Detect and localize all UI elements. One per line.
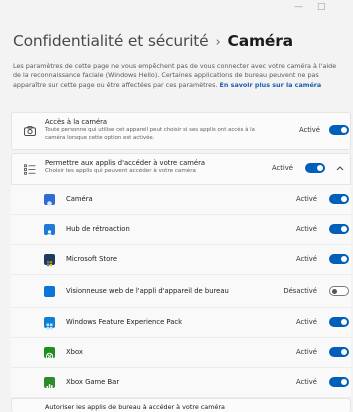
app-row-feedback-hub: Hub de rétroaction Activé: [11, 215, 351, 245]
app-toggle-xbox[interactable]: [329, 347, 349, 357]
camera-icon: [24, 126, 36, 136]
learn-more-link[interactable]: En savoir plus sur la caméra: [220, 81, 322, 89]
store-icon: [44, 254, 55, 267]
minimize-button[interactable]: —: [294, 2, 303, 12]
page-description: Les paramètres de cette page ne vous emp…: [13, 62, 346, 90]
apps-access-header[interactable]: Permettre aux applis d'accéder à votre c…: [11, 153, 351, 185]
desktop-apps-card: Autoriser les applis de bureau à accéder…: [11, 398, 351, 412]
app-toggle-webview[interactable]: [329, 286, 349, 296]
app-name: Xbox Game Bar: [66, 378, 120, 386]
title-bar: — □: [0, 0, 353, 20]
app-row-camera: Caméra Activé: [11, 185, 351, 215]
camera-access-state: Activé: [298, 126, 320, 134]
webview-icon: [44, 286, 55, 297]
camera-access-card: Accès à la caméra Toute personne qui uti…: [11, 112, 351, 150]
app-row-xbox-game-bar: Xbox Game Bar Activé: [11, 368, 351, 398]
page-title: Caméra: [227, 32, 294, 50]
breadcrumb-parent[interactable]: Confidentialité et sécurité: [13, 32, 209, 50]
feature-pack-icon: [44, 317, 55, 330]
app-row-microsoft-store: Microsoft Store Activé: [11, 245, 351, 275]
app-toggle-feedback-hub[interactable]: [329, 224, 349, 234]
app-name: Hub de rétroaction: [66, 225, 130, 233]
app-list-icon: [24, 164, 36, 175]
app-row-webview: Visionneuse web de l'appli d'appareil de…: [11, 275, 351, 308]
app-state: Activé: [295, 225, 317, 233]
app-state: Désactivé: [283, 287, 317, 295]
app-name: Microsoft Store: [66, 255, 118, 263]
feedback-hub-icon: [44, 224, 55, 238]
app-state: Activé: [295, 348, 317, 356]
desktop-apps-title: Autoriser les applis de bureau à accéder…: [45, 403, 225, 411]
app-toggle-camera[interactable]: [329, 194, 349, 204]
app-toggle-microsoft-store[interactable]: [329, 254, 349, 264]
breadcrumb-separator: ›: [215, 35, 221, 50]
app-state: Activé: [295, 195, 317, 203]
game-bar-icon: [44, 377, 55, 390]
app-name: Xbox: [66, 348, 83, 356]
app-state: Activé: [295, 318, 317, 326]
camera-access-title: Accès à la caméra: [45, 118, 108, 126]
app-row-xbox: Xbox Activé: [11, 338, 351, 368]
camera-access-subtitle: Toute personne qui utilise cet appareil …: [45, 127, 255, 141]
app-name: Windows Feature Experience Pack: [66, 318, 183, 326]
apps-access-toggle[interactable]: [305, 163, 325, 173]
app-state: Activé: [295, 255, 317, 263]
app-state: Activé: [295, 378, 317, 386]
app-toggle-xbox-game-bar[interactable]: [329, 377, 349, 387]
apps-access-subtitle: Choisir les applis qui peuvent accéder à…: [45, 168, 196, 174]
camera-access-toggle[interactable]: [329, 125, 349, 135]
app-row-feature-pack: Windows Feature Experience Pack Activé: [11, 308, 351, 338]
apps-access-state: Activé: [271, 164, 293, 172]
xbox-icon: [44, 347, 55, 361]
breadcrumb: Confidentialité et sécurité › Caméra: [13, 32, 293, 50]
app-toggle-feature-pack[interactable]: [329, 317, 349, 327]
app-name: Caméra: [66, 195, 93, 203]
maximize-button[interactable]: □: [317, 2, 326, 12]
app-name: Visionneuse web de l'appli d'appareil de…: [66, 287, 229, 295]
apps-access-title: Permettre aux applis d'accéder à votre c…: [45, 159, 206, 167]
chevron-up-icon[interactable]: [336, 165, 344, 171]
camera-app-icon: [44, 194, 55, 206]
